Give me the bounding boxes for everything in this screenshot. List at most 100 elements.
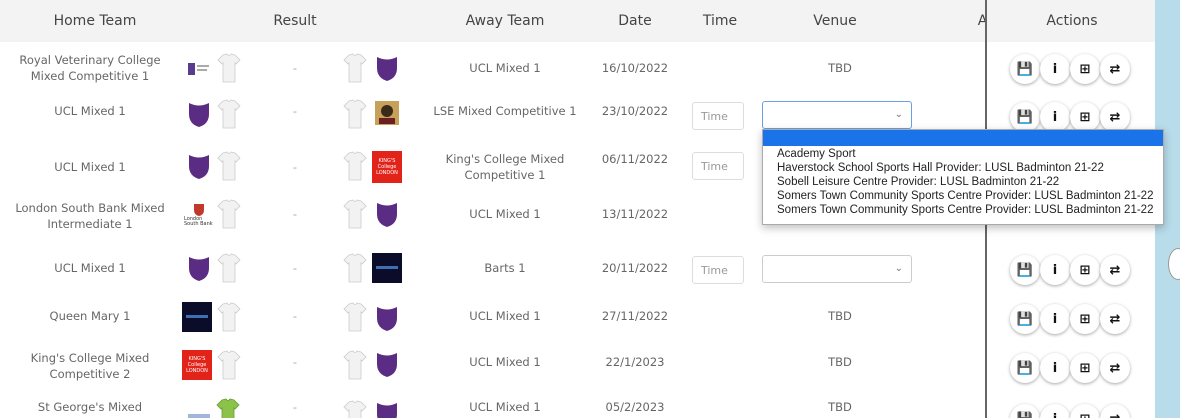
home-crest-qm bbox=[182, 302, 212, 332]
info-icon: i bbox=[1052, 262, 1058, 278]
swap-icon: ⇄ bbox=[1109, 61, 1121, 77]
chevron-down-icon: ⌄ bbox=[894, 263, 903, 274]
venue-value: TBD bbox=[828, 61, 852, 75]
header-actions: Actions bbox=[987, 0, 1155, 42]
table-button[interactable]: ⊞ bbox=[1070, 255, 1100, 285]
swap-button[interactable]: ⇄ bbox=[1100, 404, 1130, 418]
table-button[interactable]: ⊞ bbox=[1070, 404, 1100, 418]
header-date: Date bbox=[618, 13, 652, 29]
save-button[interactable]: 💾 bbox=[1010, 304, 1040, 334]
away-shirt-icon bbox=[343, 253, 367, 283]
away-shirt-icon bbox=[343, 400, 367, 418]
result-value: - bbox=[292, 309, 298, 323]
away-crest-ucl bbox=[377, 403, 397, 418]
save-button[interactable]: 💾 bbox=[1010, 255, 1040, 285]
home-shirt-icon bbox=[217, 53, 241, 83]
venue-dropdown-list: Academy Sport Haverstock School Sports H… bbox=[762, 129, 1164, 225]
info-button[interactable]: i bbox=[1040, 404, 1070, 418]
away-team-name: UCL Mixed 1 bbox=[469, 207, 541, 221]
venue-option[interactable]: Somers Town Community Sports Centre Prov… bbox=[777, 204, 1153, 216]
result-value: - bbox=[292, 400, 298, 414]
home-shirt-icon bbox=[217, 253, 241, 283]
swap-button[interactable]: ⇄ bbox=[1100, 102, 1130, 132]
home-crest-ucl bbox=[189, 155, 209, 179]
venue-select[interactable]: ⌄ bbox=[762, 255, 912, 283]
home-shirt-icon bbox=[217, 151, 241, 181]
home-crest-lsbu: London South Bank bbox=[184, 200, 214, 230]
info-button[interactable]: i bbox=[1040, 255, 1070, 285]
away-team-name: UCL Mixed 1 bbox=[469, 400, 541, 414]
home-shirt-icon bbox=[217, 350, 241, 380]
header-venue: Venue bbox=[813, 13, 857, 29]
info-icon: i bbox=[1052, 360, 1058, 376]
result-value: - bbox=[292, 61, 298, 75]
shield-icon bbox=[194, 204, 204, 216]
table-row: St George's Mixed - UCL Mixed 1 05/2/202… bbox=[0, 392, 985, 418]
date-value: 23/10/2022 bbox=[601, 104, 669, 118]
date-value: 05/2/2023 bbox=[605, 400, 665, 414]
away-team-name: LSE Mixed Competitive 1 bbox=[433, 104, 577, 118]
save-button[interactable]: 💾 bbox=[1010, 353, 1040, 383]
away-crest-ucl bbox=[377, 353, 397, 377]
save-button[interactable]: 💾 bbox=[1010, 54, 1040, 84]
header-away-team: Away Team bbox=[465, 13, 545, 29]
dropdown-highlighted-option[interactable] bbox=[763, 130, 1163, 146]
home-team-name: St George's Mixed bbox=[37, 400, 143, 414]
swap-button[interactable]: ⇄ bbox=[1100, 255, 1130, 285]
home-crest-stgeorges bbox=[188, 414, 210, 418]
home-shirt-icon bbox=[217, 302, 241, 332]
home-team-name: King's College Mixed Competitive 2 bbox=[30, 351, 150, 381]
info-button[interactable]: i bbox=[1040, 304, 1070, 334]
table-row: Royal Veterinary College Mixed Competiti… bbox=[0, 42, 985, 94]
swap-button[interactable]: ⇄ bbox=[1100, 353, 1130, 383]
away-shirt-icon bbox=[343, 199, 367, 229]
home-shirt-icon bbox=[217, 199, 241, 229]
venue-option[interactable]: Somers Town Community Sports Centre Prov… bbox=[777, 190, 1153, 202]
away-team-name: Barts 1 bbox=[484, 261, 526, 275]
date-value: 20/11/2022 bbox=[601, 261, 669, 275]
swap-icon: ⇄ bbox=[1110, 412, 1121, 418]
table-icon: ⊞ bbox=[1079, 262, 1091, 278]
time-input[interactable]: Time bbox=[692, 152, 744, 180]
venue-option[interactable]: Academy Sport bbox=[777, 148, 856, 160]
home-shirt-icon bbox=[217, 99, 241, 129]
away-shirt-icon bbox=[343, 350, 367, 380]
swap-icon: ⇄ bbox=[1109, 311, 1121, 327]
swap-button[interactable]: ⇄ bbox=[1100, 304, 1130, 334]
floppy-icon: 💾 bbox=[1016, 311, 1034, 327]
info-button[interactable]: i bbox=[1040, 54, 1070, 84]
table-row: King's College Mixed Competitive 2 KING'… bbox=[0, 340, 985, 392]
scroll-right-handle[interactable] bbox=[1168, 248, 1180, 280]
result-value: - bbox=[292, 104, 298, 118]
swap-button[interactable]: ⇄ bbox=[1100, 54, 1130, 84]
venue-option[interactable]: Haverstock School Sports Hall Provider: … bbox=[777, 162, 1104, 174]
table-icon: ⊞ bbox=[1079, 109, 1091, 125]
away-team-name: King's College Mixed Competitive 1 bbox=[445, 152, 565, 182]
table-button[interactable]: ⊞ bbox=[1070, 304, 1100, 334]
result-value: - bbox=[292, 261, 298, 275]
table-button[interactable]: ⊞ bbox=[1070, 54, 1100, 84]
home-crest-ucl bbox=[189, 257, 209, 281]
info-icon: i bbox=[1052, 109, 1058, 125]
venue-option[interactable]: Sobell Leisure Centre Provider: LUSL Bad… bbox=[777, 176, 1059, 188]
time-input[interactable]: Time bbox=[692, 256, 744, 284]
away-crest-ucl bbox=[377, 57, 397, 81]
home-team-name: London South Bank Mixed Intermediate 1 bbox=[15, 201, 165, 231]
info-button[interactable]: i bbox=[1040, 353, 1070, 383]
away-shirt-icon bbox=[343, 302, 367, 332]
table-button[interactable]: ⊞ bbox=[1070, 353, 1100, 383]
venue-select[interactable]: ⌄ bbox=[762, 101, 912, 129]
away-crest-kings: KING'S College LONDON bbox=[372, 151, 402, 183]
floppy-icon: 💾 bbox=[1016, 109, 1034, 125]
table-button[interactable]: ⊞ bbox=[1070, 102, 1100, 132]
date-value: 06/11/2022 bbox=[601, 152, 669, 166]
away-team-name: UCL Mixed 1 bbox=[469, 355, 541, 369]
home-team-name: Queen Mary 1 bbox=[49, 309, 131, 323]
time-input[interactable]: Time bbox=[692, 102, 744, 130]
floppy-icon: 💾 bbox=[1016, 61, 1034, 77]
info-button[interactable]: i bbox=[1040, 102, 1070, 132]
save-button[interactable]: 💾 bbox=[1010, 404, 1040, 418]
header-time: Time bbox=[702, 13, 738, 29]
floppy-icon: 💾 bbox=[1016, 262, 1034, 278]
save-button[interactable]: 💾 bbox=[1010, 102, 1040, 132]
